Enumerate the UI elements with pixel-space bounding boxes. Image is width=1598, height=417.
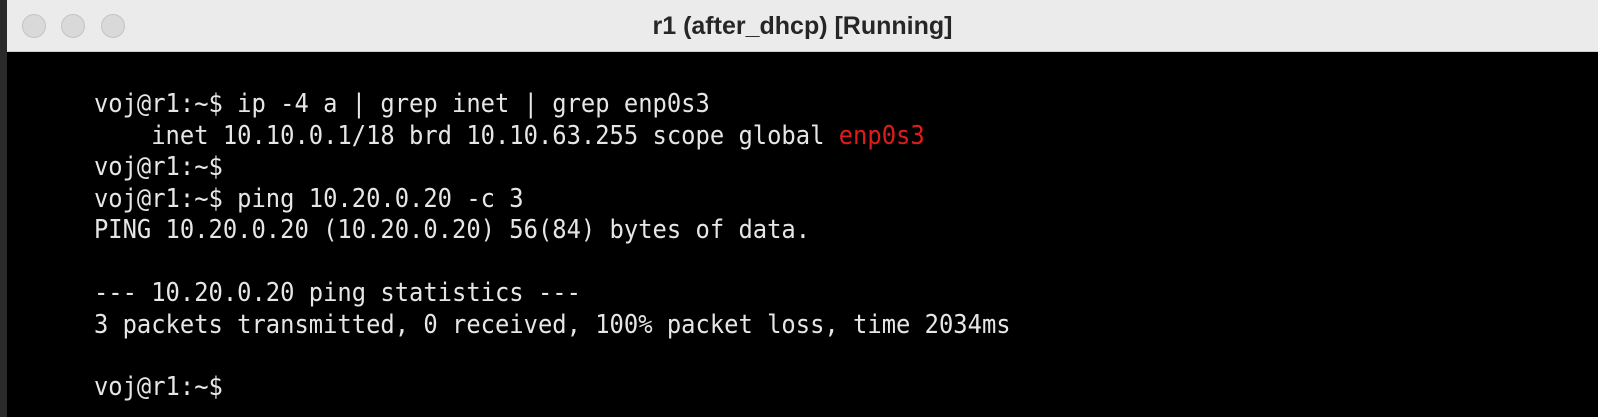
vm-window: r1 (after_dhcp) [Running] voj@r1:~$ ip -…	[7, 0, 1598, 417]
terminal-line: --- 10.20.0.20 ping statistics ---	[8, 245, 581, 308]
terminal-prompt-line[interactable]: voj@r1:~$	[8, 339, 223, 402]
terminal-line: voj@r1:~$ ping 10.20.0.20 -c 3	[8, 151, 524, 214]
interface-name-highlight: enp0s3	[838, 121, 925, 151]
terminal-line: voj@r1:~$ ip -4 a | grep inet | grep enp…	[8, 56, 710, 119]
terminal-line-text: 3 packets transmitted, 0 received, 100% …	[93, 310, 1011, 340]
terminal-line: PING 10.20.0.20 (10.20.0.20) 56(84) byte…	[8, 182, 810, 245]
terminal-screen[interactable]: voj@r1:~$ ip -4 a | grep inet | grep enp…	[7, 56, 1598, 417]
terminal-line: inet 10.10.0.1/18 brd 10.10.63.255 scope…	[8, 88, 924, 151]
terminal-line-text: voj@r1:~$	[93, 372, 223, 402]
terminal-line-text: PING 10.20.0.20 (10.20.0.20) 56(84) byte…	[93, 215, 811, 245]
window-title: r1 (after_dhcp) [Running]	[652, 12, 953, 40]
terminal-line: voj@r1:~$	[8, 119, 223, 182]
title-bar[interactable]: r1 (after_dhcp) [Running]	[7, 0, 1598, 52]
terminal-line: 3 packets transmitted, 0 received, 100% …	[8, 277, 1011, 340]
